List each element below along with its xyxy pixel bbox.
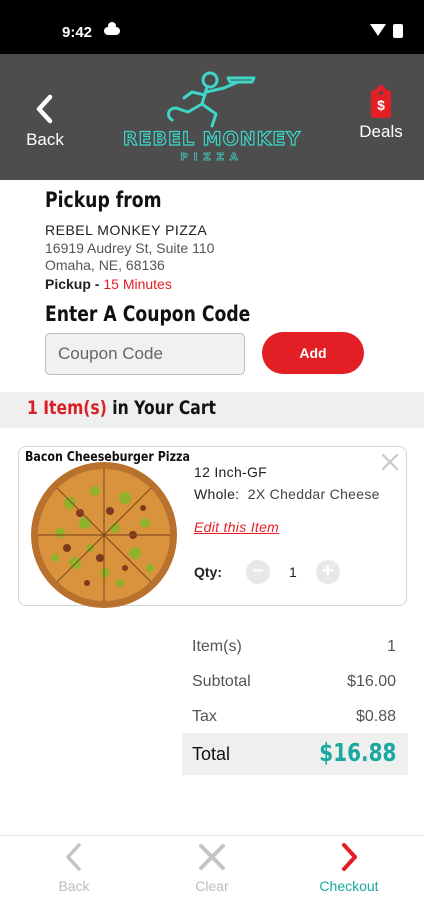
add-coupon-button[interactable]: Add bbox=[262, 332, 364, 374]
nav-checkout-button[interactable]: Checkout bbox=[304, 842, 394, 894]
app-header: Back REBEL MONKEY PIZZA $ Deals bbox=[0, 54, 424, 180]
close-icon[interactable] bbox=[381, 453, 399, 471]
item-modifier-value: 2X Cheddar Cheese bbox=[247, 486, 380, 502]
battery-icon bbox=[393, 24, 403, 38]
price-tag-icon: $ bbox=[371, 84, 391, 118]
store-address-line2: Omaha, NE, 68136 bbox=[45, 257, 165, 273]
summary-subtotal-value: $16.00 bbox=[347, 673, 396, 690]
store-address-line1: 16919 Audrey St, Suite 110 bbox=[45, 240, 215, 256]
summary-tax-label: Tax bbox=[192, 708, 217, 725]
item-size: 12 Inch-GF bbox=[194, 464, 268, 480]
pickup-time: Pickup - 15 Minutes bbox=[45, 276, 172, 292]
nav-clear-label: Clear bbox=[195, 878, 229, 894]
coupon-heading: Enter A Coupon Code bbox=[45, 302, 251, 326]
status-time: 9:42 bbox=[62, 24, 93, 41]
store-name: REBEL MONKEY PIZZA bbox=[45, 222, 208, 238]
item-modifier: Whole: 2X Cheddar Cheese bbox=[194, 486, 394, 502]
summary-total-label: Total bbox=[192, 744, 231, 764]
summary-tax-value: $0.88 bbox=[355, 708, 396, 725]
summary-total-row: Total $16.88 bbox=[182, 733, 408, 775]
cart-header: 1 Item(s) in Your Cart bbox=[0, 392, 424, 428]
pickup-time-value: 15 Minutes bbox=[103, 276, 172, 292]
deals-label: Deals bbox=[359, 122, 403, 141]
nav-checkout-label: Checkout bbox=[319, 878, 379, 894]
item-name: Bacon Cheeseburger Pizza bbox=[25, 450, 190, 465]
running-monkey-logo-icon bbox=[167, 71, 256, 128]
quantity-increase-button[interactable]: + bbox=[316, 560, 340, 584]
chevron-right-icon bbox=[342, 843, 357, 871]
summary-subtotal-label: Subtotal bbox=[192, 673, 251, 690]
deals-button[interactable]: $ Deals bbox=[356, 84, 406, 142]
cart-title: 1 Item(s) in Your Cart bbox=[27, 397, 216, 419]
status-bar: 9:42 bbox=[0, 0, 424, 54]
item-modifier-label: Whole: bbox=[194, 486, 240, 502]
summary-items-value: 1 bbox=[387, 638, 396, 655]
bottom-nav: Back Clear Checkout bbox=[0, 835, 424, 900]
brand-logo: REBEL MONKEY PIZZA bbox=[108, 68, 316, 164]
header-back-button[interactable]: Back bbox=[20, 94, 70, 150]
cloud-icon bbox=[104, 22, 120, 35]
wifi-icon bbox=[370, 24, 386, 36]
nav-back-button[interactable]: Back bbox=[29, 842, 119, 894]
quantity-label: Qty: bbox=[194, 564, 222, 580]
pizza-image bbox=[31, 462, 177, 608]
quantity-decrease-button[interactable]: − bbox=[246, 560, 270, 584]
summary-items-label: Item(s) bbox=[192, 638, 242, 655]
pickup-heading: Pickup from bbox=[45, 188, 162, 212]
brand-subtitle: PIZZA bbox=[180, 152, 244, 164]
close-icon bbox=[199, 844, 225, 870]
quantity-value: 1 bbox=[289, 564, 297, 580]
cart-item-card: Bacon Cheeseburger Pizza 12 Inch-GF Whol… bbox=[18, 446, 407, 608]
nav-back-label: Back bbox=[58, 878, 90, 894]
edit-item-link[interactable]: Edit this Item bbox=[194, 519, 279, 535]
nav-clear-button[interactable]: Clear bbox=[167, 842, 257, 894]
coupon-code-input[interactable] bbox=[45, 333, 245, 375]
summary-total-value: $16.88 bbox=[318, 738, 396, 767]
chevron-left-icon bbox=[66, 843, 81, 871]
header-back-label: Back bbox=[26, 130, 64, 149]
pickup-time-label: Pickup - bbox=[45, 276, 104, 292]
cart-title-text: in Your Cart bbox=[106, 397, 216, 419]
cart-item-count: 1 Item(s) bbox=[27, 397, 107, 419]
chevron-left-icon bbox=[36, 94, 53, 124]
brand-name: REBEL MONKEY bbox=[122, 127, 302, 150]
